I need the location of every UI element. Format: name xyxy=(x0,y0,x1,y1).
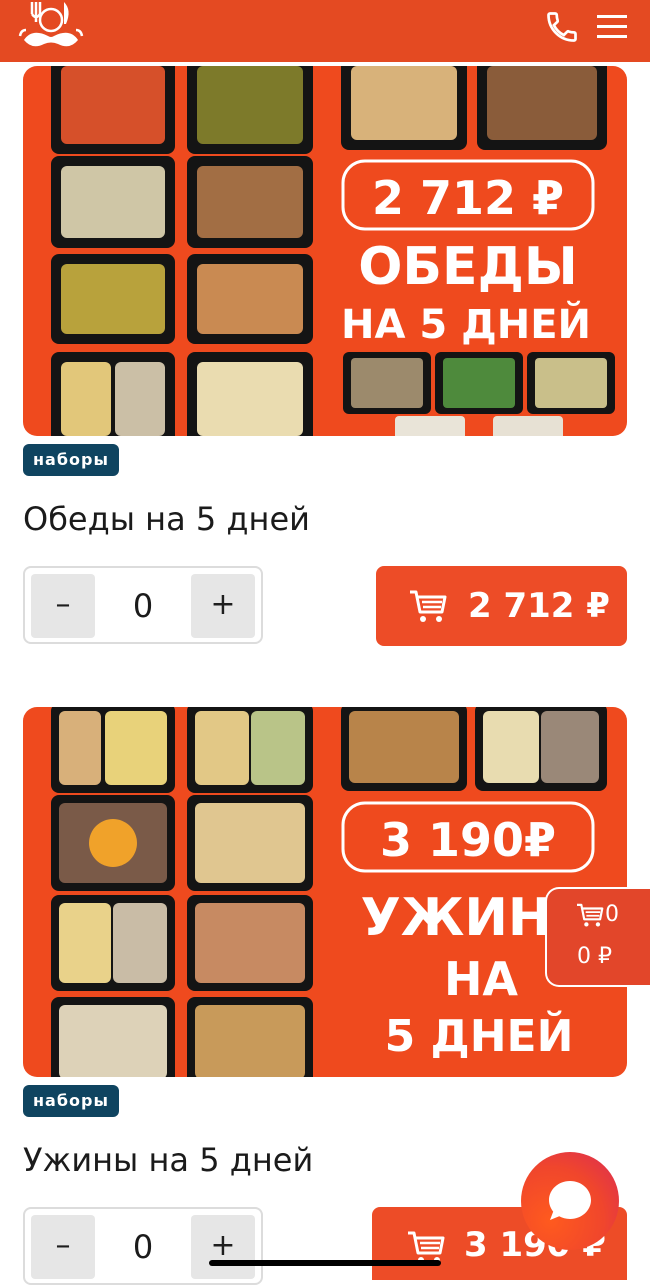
chat-bubble-icon xyxy=(549,1181,591,1220)
promo-price: 3 190₽ xyxy=(380,813,556,867)
quantity-value[interactable]: 0 xyxy=(95,574,191,638)
chat-button[interactable] xyxy=(521,1152,619,1250)
quantity-stepper: – 0 + xyxy=(23,1207,263,1285)
quantity-stepper: – 0 + xyxy=(23,566,263,644)
promo-price: 2 712 ₽ xyxy=(372,171,564,225)
cart-count: 0 xyxy=(605,902,619,927)
app-header xyxy=(0,0,650,62)
decrease-button[interactable]: – xyxy=(31,1215,95,1279)
category-tag[interactable]: наборы xyxy=(23,1085,119,1117)
floating-cart[interactable]: 0 0 ₽ xyxy=(545,887,650,987)
increase-button[interactable]: + xyxy=(191,574,255,638)
cart-icon xyxy=(577,903,604,927)
category-tag[interactable]: наборы xyxy=(23,444,119,476)
product-title[interactable]: Ужины на 5 дней xyxy=(23,1141,313,1179)
promo-line3: 5 ДНЕЙ xyxy=(385,1009,574,1062)
chef-moustache-logo-icon[interactable] xyxy=(18,0,84,58)
product-image-lunches[interactable]: 2 712 ₽ ОБЕДЫ НА 5 ДНЕЙ xyxy=(23,66,627,436)
cart-icon xyxy=(410,590,447,622)
promo-line2: НА xyxy=(444,952,518,1006)
promo-line2: НА 5 ДНЕЙ xyxy=(341,300,591,348)
promo-line1: ОБЕДЫ xyxy=(358,237,578,297)
add-to-cart-button[interactable]: 2 712 ₽ xyxy=(376,566,627,646)
decrease-button[interactable]: – xyxy=(31,574,95,638)
product-image-dinners[interactable]: 3 190₽ УЖИНЫ НА 5 ДНЕЙ xyxy=(23,707,627,1077)
increase-button[interactable]: + xyxy=(191,1215,255,1279)
add-to-cart-price: 2 712 ₽ xyxy=(468,586,610,626)
product-title[interactable]: Обеды на 5 дней xyxy=(23,500,310,538)
hamburger-menu-icon[interactable] xyxy=(594,9,630,45)
home-indicator[interactable] xyxy=(209,1260,441,1266)
phone-icon[interactable] xyxy=(544,9,580,45)
quantity-value[interactable]: 0 xyxy=(95,1215,191,1279)
cart-sum: 0 ₽ xyxy=(577,944,612,969)
